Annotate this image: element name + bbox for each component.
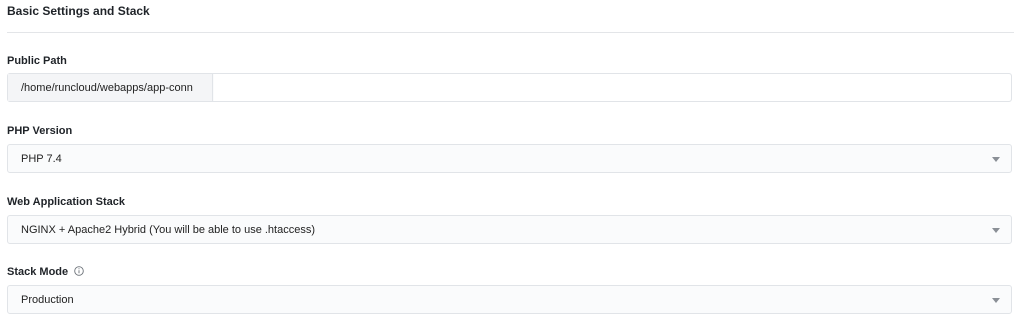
stack-mode-value: Production	[21, 294, 74, 306]
info-icon[interactable]	[74, 266, 84, 276]
php-version-value: PHP 7.4	[21, 153, 62, 165]
php-version-select[interactable]: PHP 7.4	[7, 144, 1012, 173]
web-stack-label: Web Application Stack	[7, 196, 125, 208]
chevron-down-icon	[992, 298, 1000, 303]
public-path-input[interactable]	[214, 74, 1011, 101]
stack-mode-select[interactable]: Production	[7, 285, 1012, 314]
stack-mode-label: Stack Mode	[7, 266, 69, 278]
public-path-label: Public Path	[7, 55, 67, 67]
web-stack-select[interactable]: NGINX + Apache2 Hybrid (You will be able…	[7, 215, 1012, 244]
php-version-label: PHP Version	[7, 125, 73, 137]
web-stack-value: NGINX + Apache2 Hybrid (You will be able…	[21, 224, 315, 236]
public-path-field: /home/runcloud/webapps/app-conn	[7, 73, 1012, 102]
section-title: Basic Settings and Stack	[7, 4, 150, 18]
chevron-down-icon	[992, 228, 1000, 233]
chevron-down-icon	[992, 157, 1000, 162]
section-divider	[7, 32, 1014, 33]
public-path-prefix: /home/runcloud/webapps/app-conn	[8, 74, 213, 101]
